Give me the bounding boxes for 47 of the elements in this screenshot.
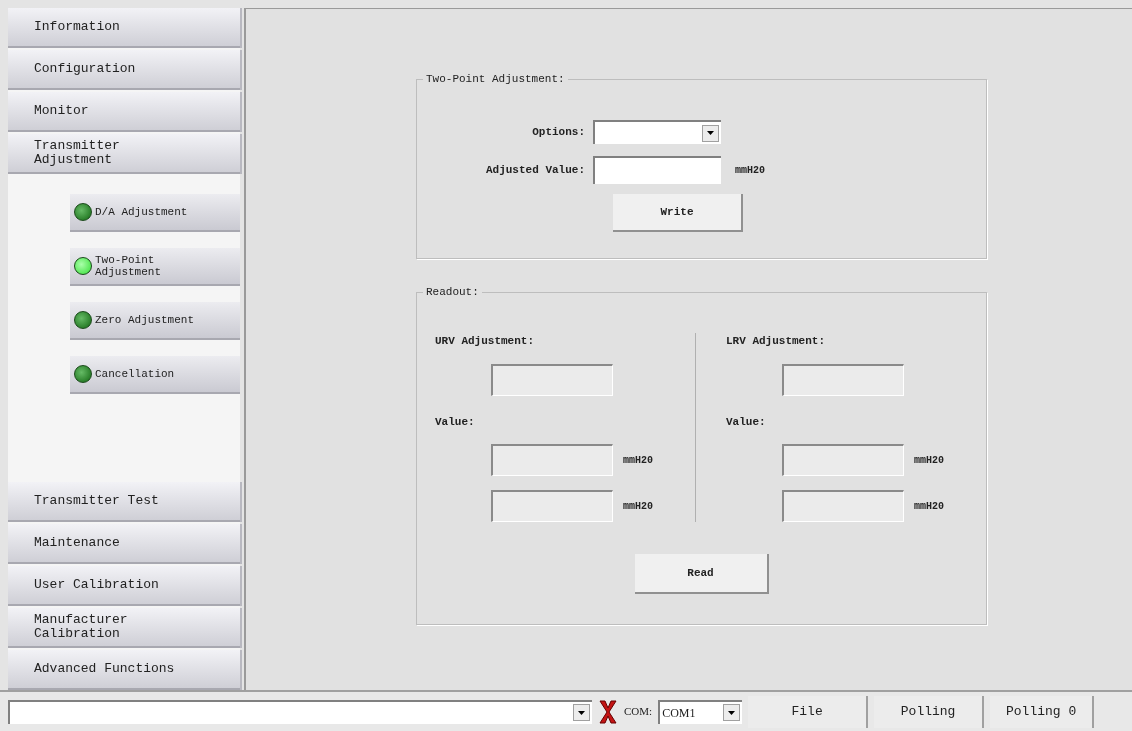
sub-nav-button[interactable]: Cancellation: [70, 356, 240, 394]
sub-nav-button[interactable]: D/A Adjustment: [70, 194, 240, 232]
unit-label: mmH20: [623, 453, 653, 468]
dropdown-button[interactable]: [702, 124, 719, 142]
com-caret-button[interactable]: [723, 704, 741, 721]
com-port-dropdown[interactable]: COM1: [658, 699, 743, 724]
nav-tab[interactable]: Maintenance: [8, 524, 240, 564]
readout-field[interactable]: [782, 490, 904, 522]
path-combo-box[interactable]: [8, 699, 592, 724]
unit-label: mmH20: [914, 453, 944, 468]
write-button[interactable]: Write: [613, 194, 743, 232]
nav-tab[interactable]: Information: [8, 8, 240, 48]
nav-tab[interactable]: Advanced Functions: [8, 650, 240, 690]
status-button[interactable]: Polling 0: [990, 695, 1095, 728]
dropdown-button[interactable]: [573, 704, 590, 721]
readout-field[interactable]: [491, 363, 613, 396]
sub-nav-button[interactable]: Two-Point Adjustment: [70, 248, 240, 286]
read-button[interactable]: Read: [634, 554, 769, 594]
nav-tab[interactable]: Manufacturer Calibration: [8, 608, 240, 648]
field-label: Options:: [531, 124, 586, 140]
section-heading: LRV Adjustment:: [726, 334, 827, 349]
unit-label: mmH20: [735, 163, 765, 178]
readout-field[interactable]: [491, 444, 613, 476]
unit-label: mmH20: [914, 499, 944, 514]
com-label: COM:: [624, 704, 653, 720]
nav-tab[interactable]: Transmitter Adjustment: [8, 134, 240, 174]
disconnected-icon: [598, 698, 618, 725]
nav-tab[interactable]: User Calibration: [8, 566, 240, 606]
field-label: Value:: [435, 414, 476, 430]
caret-icon: [728, 710, 736, 715]
readout-field[interactable]: [782, 363, 904, 396]
sub-nav-button[interactable]: Zero Adjustment: [70, 302, 240, 340]
unit-label: mmH20: [623, 499, 653, 514]
caret-icon: [578, 710, 585, 715]
field-label: Value:: [726, 414, 767, 430]
nav-tab[interactable]: Transmitter Test: [8, 482, 240, 522]
status-button[interactable]: File: [748, 695, 869, 728]
readout-field[interactable]: [491, 490, 613, 522]
adjusted-value-field[interactable]: [593, 156, 721, 184]
readout-field[interactable]: [782, 444, 904, 476]
status-button[interactable]: Polling: [874, 695, 985, 728]
section-heading: URV Adjustment:: [435, 334, 536, 349]
options-dropdown[interactable]: [593, 120, 721, 144]
nav-tab[interactable]: Monitor: [8, 92, 240, 132]
caret-icon: [707, 131, 714, 135]
field-label: Adjusted Value:: [484, 162, 586, 178]
nav-tab[interactable]: Configuration: [8, 50, 240, 90]
